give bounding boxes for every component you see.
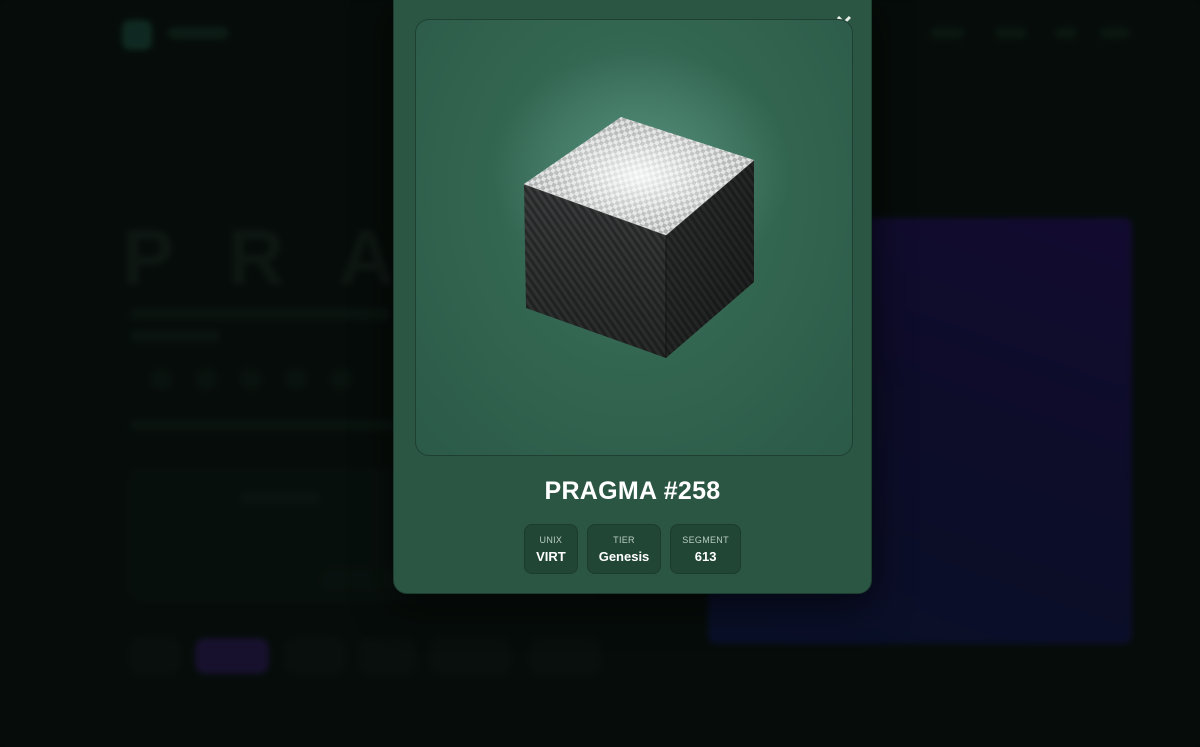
attribute-value: VIRT [536, 548, 566, 564]
attribute-segment: SEGMENT 613 [670, 524, 741, 574]
nft-title: PRAGMA #258 [544, 477, 721, 505]
nft-artwork [415, 19, 853, 456]
attribute-unix: UNIX VIRT [524, 524, 578, 574]
attribute-list: UNIX VIRT TIER Genesis SEGMENT 613 [394, 524, 871, 574]
attribute-label: UNIX [539, 534, 563, 545]
attribute-label: SEGMENT [682, 534, 729, 545]
attribute-label: TIER [613, 534, 635, 545]
cube-illustration [491, 50, 791, 358]
nft-detail-modal: ✕ [393, 0, 872, 594]
attribute-value: Genesis [598, 548, 650, 564]
attribute-value: 613 [694, 548, 717, 564]
attribute-tier: TIER Genesis [586, 524, 662, 574]
